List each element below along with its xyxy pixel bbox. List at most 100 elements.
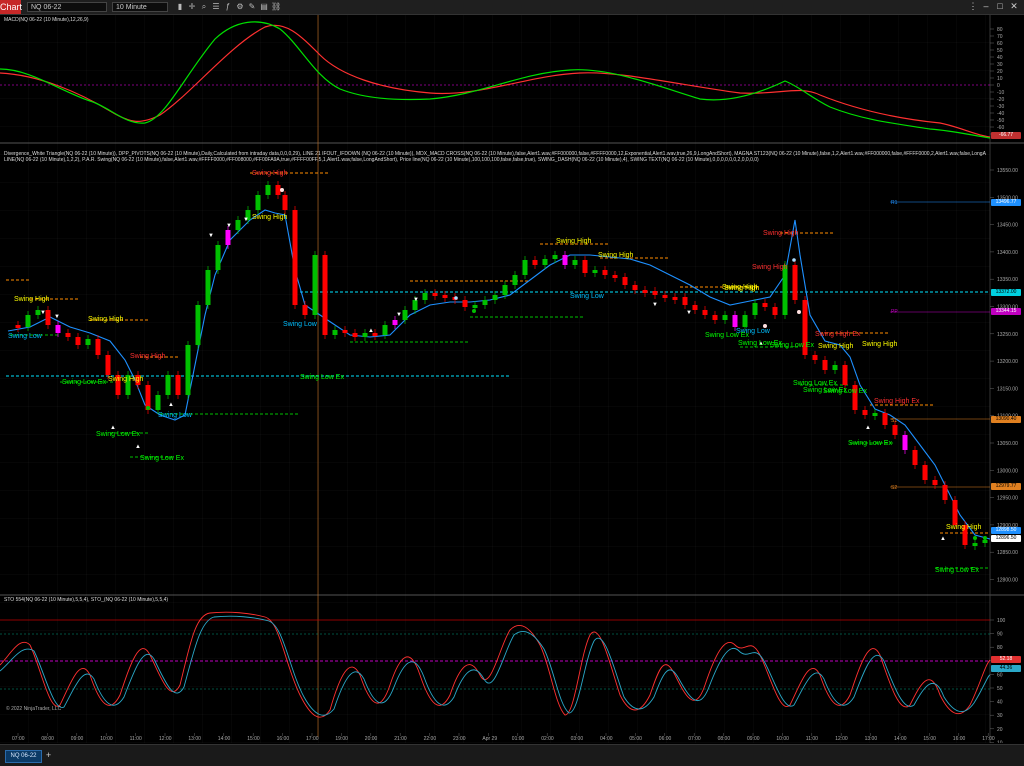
sto-k-badge: 52.18 bbox=[991, 656, 1021, 663]
swing-label: Swing High bbox=[598, 252, 634, 259]
candle-body bbox=[185, 345, 191, 395]
macd-tick-label: -10 bbox=[997, 90, 1004, 96]
ask-price-badge: 12898.50 bbox=[991, 527, 1021, 534]
time-tick-label: 06:00 bbox=[659, 736, 672, 742]
pp2-value-badge: 13344.15 bbox=[991, 308, 1021, 315]
swing-label: Swing High bbox=[722, 284, 758, 291]
candle-body bbox=[65, 333, 71, 337]
swing-label: Swing High bbox=[556, 238, 592, 245]
properties-icon[interactable]: ☰ bbox=[211, 2, 221, 12]
candle-body bbox=[382, 325, 388, 335]
candle-body bbox=[195, 305, 201, 345]
candle-body bbox=[762, 303, 768, 307]
candle-body bbox=[265, 185, 271, 195]
candle-body bbox=[572, 260, 578, 265]
candle-body bbox=[225, 230, 231, 245]
candle-body bbox=[522, 260, 528, 275]
drawing-tools-icon[interactable]: ✎ bbox=[247, 2, 257, 12]
swing-label: Swing Low bbox=[8, 333, 43, 340]
candle-body bbox=[892, 425, 898, 435]
candle-body bbox=[902, 435, 908, 450]
candle-body bbox=[342, 330, 348, 333]
candle-body bbox=[832, 365, 838, 370]
link-icon[interactable]: ⛓ bbox=[271, 2, 281, 12]
bar-type-icon[interactable]: ▮ bbox=[175, 2, 185, 12]
sto-d-badge: 44.36 bbox=[991, 665, 1021, 672]
time-tick-label: 04:00 bbox=[600, 736, 613, 742]
candle-body bbox=[872, 413, 878, 416]
instrument-tab[interactable]: NQ 06-22 bbox=[5, 750, 42, 763]
time-tick-label: 07:00 bbox=[12, 736, 25, 742]
sto-tick-label: 10 bbox=[997, 740, 1003, 743]
swing-label: Swing Low Ex bbox=[96, 431, 140, 438]
time-tick-label: 09:00 bbox=[71, 736, 84, 742]
timeframe-selector[interactable]: 10 Minute bbox=[112, 2, 168, 12]
macd-tick-label: 50 bbox=[997, 48, 1003, 54]
candle-body bbox=[235, 220, 241, 230]
candle-body bbox=[442, 295, 448, 298]
add-tab-button[interactable]: + bbox=[43, 750, 54, 761]
svg-text:▲: ▲ bbox=[135, 444, 141, 450]
maximize-icon[interactable]: □ bbox=[995, 1, 1005, 12]
macd-tick-label: -60 bbox=[997, 125, 1004, 131]
sto-tick-label: 30 bbox=[997, 713, 1003, 719]
svg-text:▼: ▼ bbox=[243, 217, 249, 223]
candle-body bbox=[842, 365, 848, 385]
strategies-icon[interactable]: ⚙ bbox=[235, 2, 245, 12]
candle-body bbox=[55, 325, 61, 333]
swing-label: Swing High bbox=[88, 316, 124, 323]
chart-tab[interactable]: Chart bbox=[0, 0, 22, 14]
price-tick-label: 13550.00 bbox=[997, 168, 1018, 174]
swing-label: Swing High Ex bbox=[815, 331, 861, 338]
swing-label: Swing Low Ex bbox=[935, 567, 979, 574]
svg-text:▼: ▼ bbox=[208, 233, 214, 239]
svg-text:▲: ▲ bbox=[940, 536, 946, 542]
pp-pivot-tag: PP bbox=[891, 309, 898, 315]
minimize-icon[interactable]: – bbox=[981, 1, 991, 12]
macd-tick-label: 20 bbox=[997, 69, 1003, 75]
price-tick-label: 13150.00 bbox=[997, 386, 1018, 392]
main-indicator-label-2: LINE(NQ 06-22 (10 Minute),1,2,2), P.A.R.… bbox=[4, 157, 759, 163]
sto-axis: 100908070605040302010 bbox=[990, 618, 1006, 743]
time-tick-label: 13:00 bbox=[865, 736, 878, 742]
sto-tick-label: 60 bbox=[997, 672, 1003, 678]
chart-plot-area[interactable]: 80706050403020100-10-20-30-40-50-60-70 bbox=[0, 15, 1024, 743]
crosshair-icon[interactable]: ✛ bbox=[187, 2, 197, 12]
time-tick-label: 15:00 bbox=[923, 736, 936, 742]
last-price-badge: 12896.50 bbox=[991, 535, 1021, 542]
candle-body bbox=[432, 293, 438, 296]
time-tick-label: 17:00 bbox=[306, 736, 319, 742]
candle-body bbox=[532, 260, 538, 265]
candle-body bbox=[932, 480, 938, 485]
candle-body bbox=[592, 270, 598, 273]
bottom-tab-bar: NQ 06-22 + bbox=[0, 744, 1024, 766]
macd-value-badge: -66.77 bbox=[991, 132, 1021, 139]
candle-body bbox=[422, 293, 428, 300]
candle-body bbox=[95, 339, 101, 355]
instrument-selector[interactable]: NQ 06-22 bbox=[27, 2, 107, 12]
svg-text:▲: ▲ bbox=[368, 328, 374, 334]
candle-body bbox=[702, 310, 708, 315]
zoom-icon[interactable]: ⌕ bbox=[199, 2, 209, 12]
sto-tick-label: 20 bbox=[997, 727, 1003, 733]
candle-body bbox=[562, 255, 568, 265]
time-tick-label: 20:00 bbox=[365, 736, 378, 742]
r1-value-badge: 13496.77 bbox=[991, 199, 1021, 206]
templates-icon[interactable]: ▤ bbox=[259, 2, 269, 12]
sto-tick-label: 100 bbox=[997, 618, 1006, 624]
indicators-icon[interactable]: ƒ bbox=[223, 2, 233, 12]
candle-body bbox=[682, 297, 688, 305]
macd-tick-label: 10 bbox=[997, 76, 1003, 82]
more-icon[interactable]: ⋮ bbox=[968, 1, 978, 12]
candle-body bbox=[492, 295, 498, 300]
chart-toolbar: Chart NQ 06-22 10 Minute ▮ ✛ ⌕ ☰ ƒ ⚙ ✎ ▤… bbox=[0, 0, 1024, 15]
swing-label: Swing Low bbox=[283, 321, 318, 328]
close-icon[interactable]: ✕ bbox=[1009, 1, 1019, 12]
candle-body bbox=[205, 270, 211, 305]
time-tick-label: 15:00 bbox=[247, 736, 260, 742]
candle-body bbox=[772, 307, 778, 315]
candle-body bbox=[362, 333, 368, 337]
candle-body bbox=[742, 315, 748, 327]
swing-label: Swing High bbox=[763, 230, 799, 237]
candle-body bbox=[332, 330, 338, 335]
